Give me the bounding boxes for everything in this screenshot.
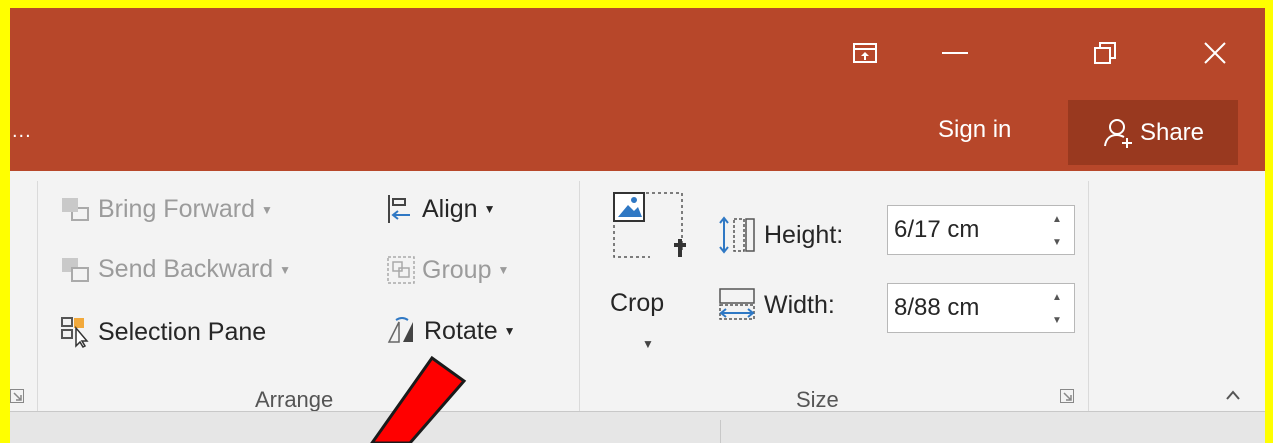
align-icon [388,195,410,223]
minimize-icon [942,52,968,54]
sign-in-link[interactable]: Sign in [938,116,1011,144]
content-area-strip [10,411,1265,443]
powerpoint-window: ... Sign in Share Bring Forward ▼ Send Ba… [10,8,1265,443]
pane-divider [720,420,721,443]
height-field[interactable]: ▲▼ [887,205,1075,255]
arrange-group-label: Arrange [255,387,334,412]
height-label: Height: [716,215,843,255]
chevron-down-icon: ▼ [483,202,496,216]
chevron-up-icon: ▲ [1052,214,1062,225]
close-button[interactable] [1180,28,1250,78]
group-icon [387,256,415,284]
group-button[interactable]: Group ▼ [386,255,509,285]
width-icon [719,288,755,320]
rotate-icon [387,317,413,343]
add-person-icon [1103,118,1132,148]
ribbon-display-options-button[interactable] [830,28,900,78]
send-backward-button[interactable]: Send Backward ▼ [60,255,291,284]
chevron-down-icon: ▼ [279,262,291,277]
height-stepper[interactable]: ▲ ▼ [1050,214,1064,248]
dialog-launcher-icon[interactable] [1060,389,1074,403]
truncated-tab-ellipsis: ... [12,120,32,142]
dialog-launcher-icon[interactable] [10,389,24,403]
group-separator [37,181,38,411]
bring-forward-icon [62,197,89,221]
chevron-down-icon: ▼ [261,202,273,217]
crop-button[interactable]: Crop ▼ [610,189,690,379]
send-backward-icon [62,257,89,282]
chevron-down-icon: ▼ [1052,315,1062,326]
minimize-button[interactable] [920,28,990,78]
height-icon [719,216,755,254]
selection-pane-button[interactable]: Selection Pane [60,316,266,348]
rotate-button[interactable]: Rotate ▼ [386,316,516,346]
group-separator [579,181,580,411]
bring-forward-button[interactable]: Bring Forward ▼ [60,195,273,224]
restore-button[interactable] [1070,28,1140,78]
selection-pane-icon [61,317,89,348]
chevron-up-icon: ▲ [1052,292,1062,303]
width-field[interactable]: ▲▼ [887,283,1075,333]
chevron-down-icon: ▼ [503,324,516,338]
chevron-down-icon: ▼ [1052,237,1062,248]
crop-icon [613,192,686,258]
collapse-ribbon-icon[interactable] [1225,389,1241,401]
share-button[interactable]: Share [1068,100,1238,165]
width-stepper[interactable]: ▲ ▼ [1050,292,1064,326]
height-input[interactable] [894,214,1034,246]
align-button[interactable]: Align ▼ [386,193,495,225]
share-label: Share [1139,118,1205,146]
ribbon-format-tab: Bring Forward ▼ Send Backward ▼ Selection … [10,171,1265,412]
restore-icon [1094,42,1116,64]
size-group-label: Size [796,387,839,412]
group-separator [1088,181,1089,411]
chevron-down-icon: ▼ [642,337,654,351]
chevron-down-icon: ▼ [497,263,510,277]
width-label: Width: [716,285,835,325]
title-bar: ... Sign in Share [10,8,1265,171]
close-icon [1204,42,1226,64]
width-input[interactable] [894,292,1034,324]
ribbon-display-options-icon [853,43,877,63]
crop-label: Crop [610,289,665,317]
